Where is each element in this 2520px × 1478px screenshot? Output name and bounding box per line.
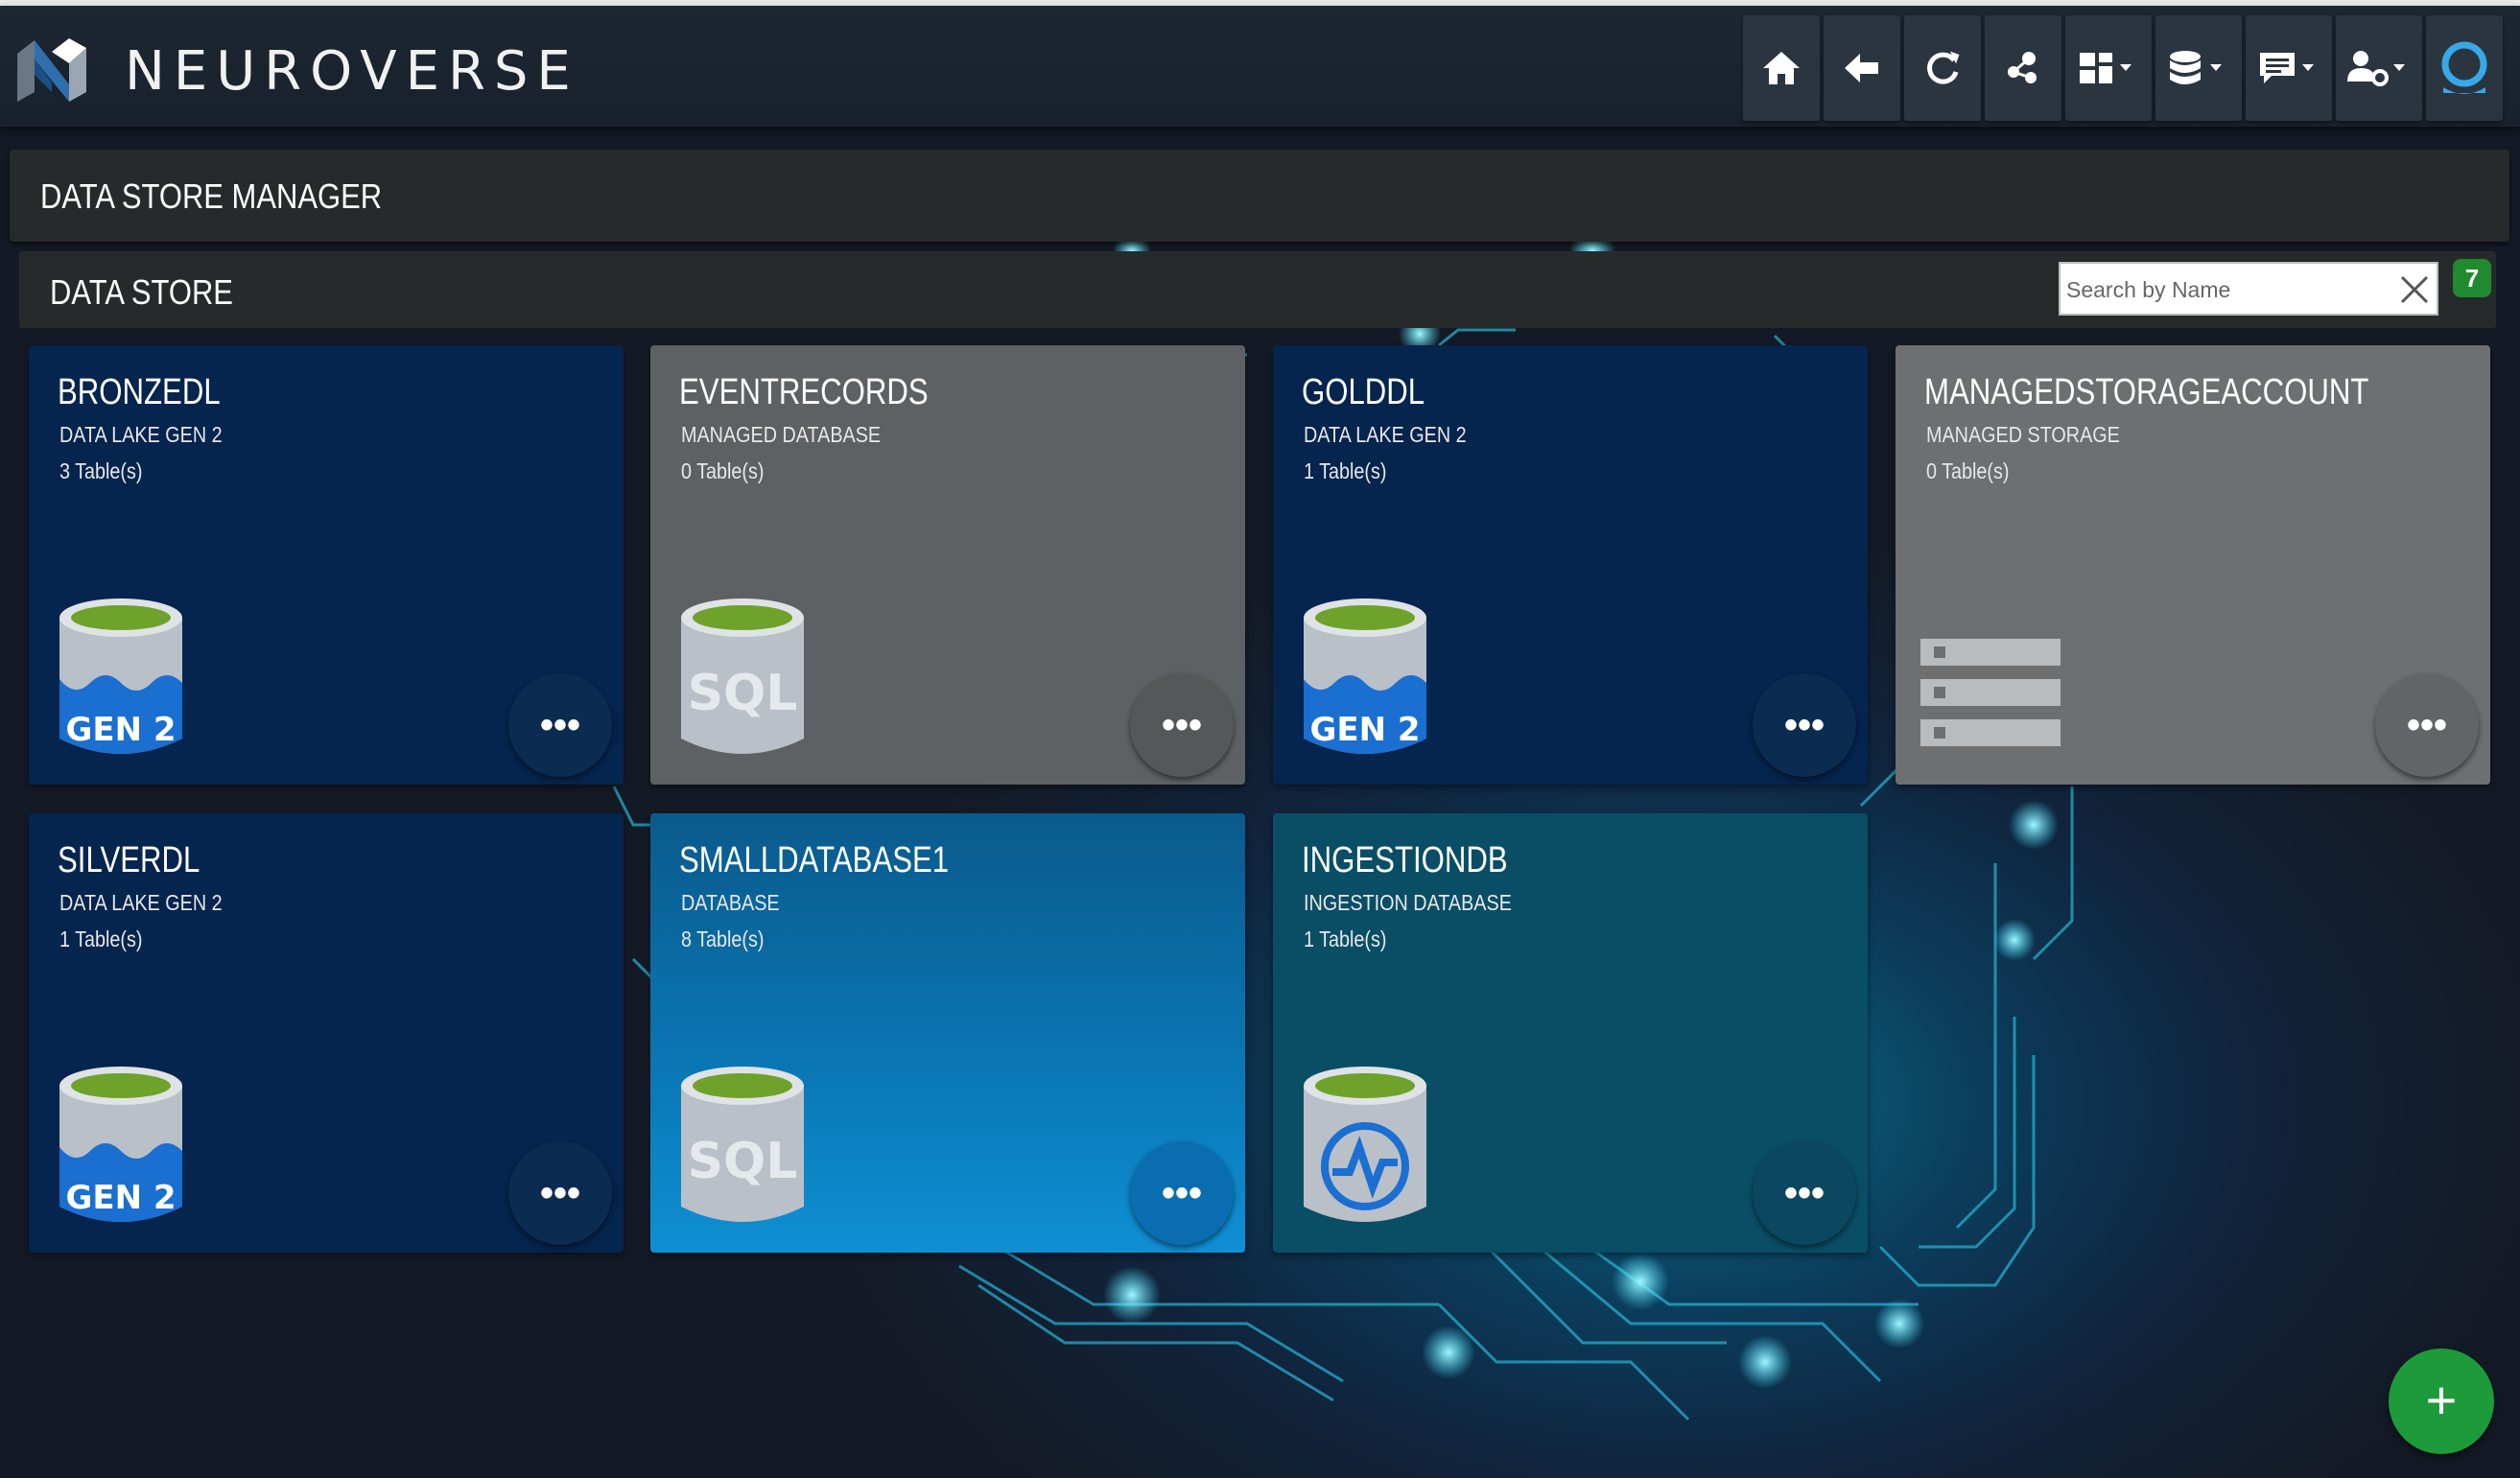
user-settings-icon [2347, 51, 2405, 86]
card-options-button[interactable]: ••• [508, 1141, 612, 1245]
datastore-card-smalldatabase1[interactable]: SMALLDATABASE1 DATABASE 8 Table(s) SQL •… [650, 813, 1245, 1253]
database-icon [2170, 51, 2222, 84]
card-type: INGESTION DATABASE [1304, 890, 1512, 915]
card-table-count: 8 Table(s) [681, 927, 765, 951]
card-type: MANAGED STORAGE [1926, 422, 2120, 447]
neuroverse-logo [17, 38, 86, 102]
card-options-button[interactable]: ••• [1753, 1141, 1856, 1245]
share-nodes-icon [2008, 52, 2037, 83]
card-table-count: 1 Table(s) [1304, 458, 1387, 483]
share-nodes-button[interactable] [1985, 15, 2061, 121]
card-name: BRONZEDL [58, 372, 221, 412]
card-options-button[interactable]: ••• [1130, 1141, 1234, 1245]
datastore-card-eventrecords[interactable]: EVENTRECORDS MANAGED DATABASE 0 Table(s)… [650, 345, 1245, 785]
card-name: SMALLDATABASE1 [679, 840, 950, 880]
card-type: DATA LAKE GEN 2 [59, 422, 223, 447]
page-title: DATA STORE MANAGER [40, 176, 383, 216]
clear-search-icon[interactable] [2398, 273, 2431, 306]
nav-toolbar [1743, 15, 2503, 121]
svg-text:SQL: SQL [688, 665, 798, 722]
datastore-card-ingestiondb[interactable]: INGESTIONDB INGESTION DATABASE 1 Table(s… [1273, 813, 1868, 1253]
svg-text:GEN 2: GEN 2 [65, 1179, 176, 1217]
item-count-badge: 7 [2453, 259, 2491, 297]
search-input[interactable] [2064, 264, 2394, 316]
datastore-card-silverdl[interactable]: SILVERDL DATA LAKE GEN 2 1 Table(s) GEN … [29, 813, 624, 1253]
sql-database-icon: SQL [681, 598, 804, 754]
svg-text:SQL: SQL [688, 1133, 798, 1190]
datastore-card-bronzedl[interactable]: BRONZEDL DATA LAKE GEN 2 3 Table(s) GEN … [29, 345, 624, 785]
top-navigation-bar: NEUROVERSE [0, 6, 2520, 127]
home-button[interactable] [1743, 15, 1820, 121]
profile-button[interactable] [2426, 15, 2503, 121]
sql-database-icon: SQL [681, 1067, 804, 1222]
card-table-count: 1 Table(s) [59, 927, 143, 951]
card-table-count: 0 Table(s) [1926, 458, 2010, 483]
card-table-count: 1 Table(s) [1304, 927, 1387, 951]
gen2-datalake-icon: GEN 2 [1304, 598, 1426, 754]
card-options-button[interactable]: ••• [1753, 673, 1856, 777]
card-name: EVENTRECORDS [679, 372, 929, 412]
refresh-button[interactable] [1904, 15, 1981, 121]
ingestion-database-icon [1304, 1067, 1426, 1222]
card-type: MANAGED DATABASE [681, 422, 882, 447]
svg-text:GEN 2: GEN 2 [65, 711, 176, 749]
gen2-datalake-icon: GEN 2 [59, 598, 182, 754]
card-name: GOLDDL [1302, 372, 1425, 412]
datastore-card-managedstorageaccount[interactable]: MANAGEDSTORAGEACCOUNT MANAGED STORAGE 0 … [1896, 345, 2490, 785]
card-options-button[interactable]: ••• [2375, 673, 2479, 777]
dashboard-menu-button[interactable] [2065, 15, 2152, 121]
add-datastore-button[interactable]: + [2389, 1349, 2494, 1454]
card-name: SILVERDL [58, 840, 200, 880]
card-options-button[interactable]: ••• [508, 673, 612, 777]
page-header-panel: DATA STORE MANAGER [10, 150, 2509, 242]
messages-icon [2260, 53, 2314, 83]
home-icon [1763, 52, 1800, 84]
back-arrow-icon [1845, 54, 1878, 82]
card-name: MANAGEDSTORAGEACCOUNT [1924, 372, 2369, 412]
card-table-count: 0 Table(s) [681, 458, 765, 483]
datastore-card-golddl[interactable]: GOLDDL DATA LAKE GEN 2 1 Table(s) GEN 2 … [1273, 345, 1868, 785]
card-name: INGESTIONDB [1302, 840, 1508, 880]
database-menu-button[interactable] [2155, 15, 2242, 121]
refresh-icon [1927, 51, 1960, 84]
messages-menu-button[interactable] [2246, 15, 2332, 121]
card-type: DATA LAKE GEN 2 [59, 890, 223, 915]
card-table-count: 3 Table(s) [59, 458, 143, 483]
card-options-button[interactable]: ••• [1130, 673, 1234, 777]
profile-icon [2441, 41, 2487, 94]
card-type: DATA LAKE GEN 2 [1304, 422, 1467, 447]
svg-text:GEN 2: GEN 2 [1309, 711, 1420, 749]
app-brand-name: NEUROVERSE [125, 40, 579, 103]
card-type: DATABASE [681, 890, 780, 915]
search-box [2059, 262, 2438, 316]
dashboard-icon [2080, 53, 2131, 83]
back-button[interactable] [1824, 15, 1900, 121]
section-title: DATA STORE [50, 272, 233, 312]
storage-account-icon [1920, 639, 2061, 746]
gen2-datalake-icon: GEN 2 [59, 1067, 182, 1222]
user-settings-menu-button[interactable] [2336, 15, 2422, 121]
